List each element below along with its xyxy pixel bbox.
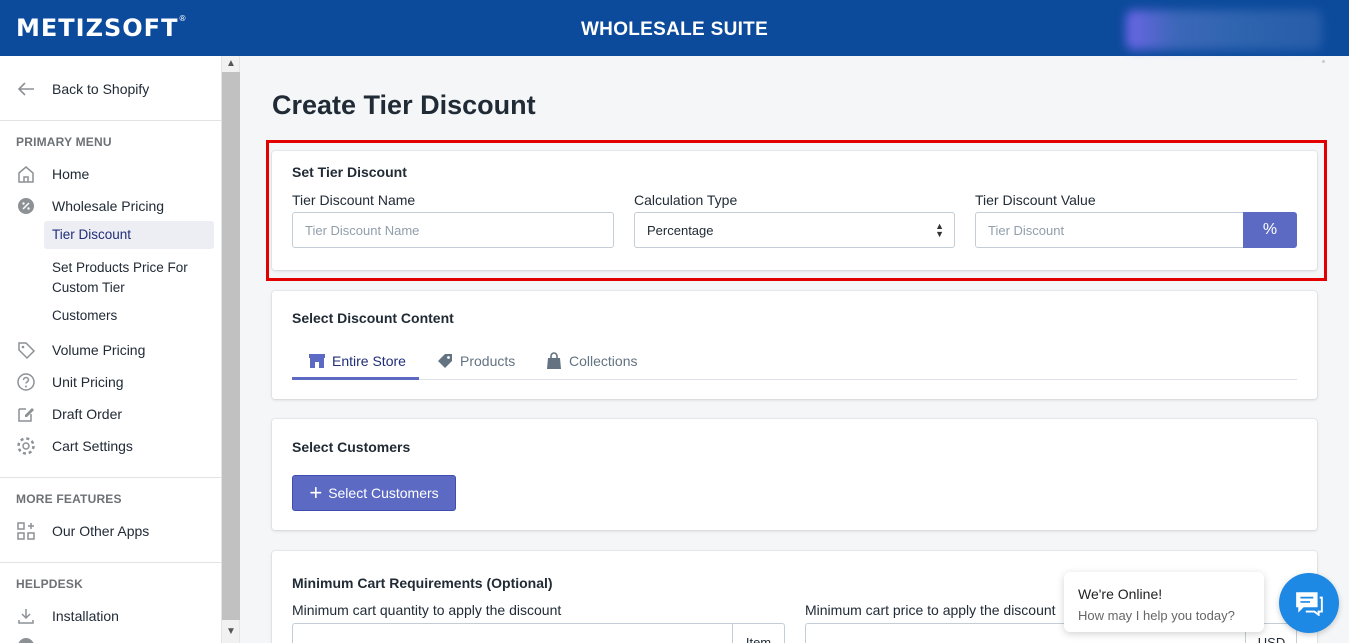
min-qty-input[interactable] xyxy=(292,623,785,643)
select-customers-card: Select Customers + Select Customers xyxy=(272,419,1317,530)
active-tab-underline xyxy=(292,377,419,380)
sidebar-scrollbar[interactable]: ▲ ▼ xyxy=(222,56,240,643)
card-title: Select Discount Content xyxy=(292,310,454,326)
sidebar-item-partial[interactable] xyxy=(16,634,52,643)
collections-icon xyxy=(547,352,561,369)
store-icon xyxy=(309,354,325,368)
tab-label: Products xyxy=(460,353,516,369)
circle-icon xyxy=(16,636,36,643)
card-title: Select Customers xyxy=(292,439,411,455)
sidebar: Back to Shopify PRIMARY MENU Home Wholes… xyxy=(0,56,222,643)
tag-icon xyxy=(438,354,452,368)
back-to-shopify-link[interactable]: Back to Shopify xyxy=(16,77,149,101)
button-label: Select Customers xyxy=(328,485,439,501)
chat-launcher-button[interactable] xyxy=(1279,573,1339,633)
discount-content-card: Select Discount Content Entire Store Pro… xyxy=(272,291,1317,399)
sidebar-item-volume-pricing[interactable]: Volume Pricing xyxy=(16,338,145,362)
select-customers-button[interactable]: + Select Customers xyxy=(292,475,456,511)
discount-badge-icon xyxy=(16,196,36,216)
more-features-title: MORE FEATURES xyxy=(16,492,122,506)
top-bar: METIZSOFT® WHOLESALE SUITE xyxy=(0,0,1349,56)
page-title: Create Tier Discount xyxy=(272,90,536,120)
tab-divider xyxy=(292,379,1297,380)
tag-icon xyxy=(16,340,36,360)
chat-bubble[interactable]: We're Online! How may I help you today? xyxy=(1064,572,1264,632)
sidebar-item-tier-discount[interactable]: Tier Discount xyxy=(44,221,214,249)
divider xyxy=(0,562,222,563)
tab-entire-store[interactable]: Entire Store xyxy=(308,343,406,379)
scrollbar-thumb[interactable] xyxy=(222,72,240,620)
gear-icon xyxy=(16,436,36,456)
scroll-up-icon[interactable]: ▲ xyxy=(226,58,236,69)
sidebar-item-label: Wholesale Pricing xyxy=(52,198,165,214)
back-label: Back to Shopify xyxy=(52,81,150,97)
divider xyxy=(0,120,222,121)
plus-icon: + xyxy=(309,480,323,505)
apps-grid-icon xyxy=(16,521,36,541)
divider xyxy=(0,477,222,478)
sidebar-item-unit-pricing[interactable]: Unit Pricing xyxy=(16,370,124,394)
chat-prompt: How may I help you today? xyxy=(1078,608,1235,623)
sidebar-item-installation[interactable]: Installation xyxy=(16,604,119,628)
sidebar-item-label: Home xyxy=(52,166,90,182)
tab-label: Entire Store xyxy=(332,353,406,369)
sidebar-item-customers[interactable]: Customers xyxy=(44,302,214,330)
dot xyxy=(1322,60,1325,63)
tab-label: Collections xyxy=(569,353,638,369)
sidebar-item-cart-settings[interactable]: Cart Settings xyxy=(16,434,133,458)
sidebar-item-label: Volume Pricing xyxy=(52,342,146,358)
scroll-down-icon[interactable]: ▼ xyxy=(226,626,236,637)
edit-icon xyxy=(16,404,36,424)
chat-icon xyxy=(1296,592,1323,616)
sidebar-item-label: Cart Settings xyxy=(52,438,133,454)
item-suffix: Item xyxy=(732,623,784,643)
sidebar-item-label: Our Other Apps xyxy=(52,523,150,539)
question-circle-icon xyxy=(16,372,36,392)
user-account-blurred[interactable] xyxy=(1126,10,1322,50)
sidebar-item-draft-order[interactable]: Draft Order xyxy=(16,402,122,426)
min-qty-label: Minimum cart quantity to apply the disco… xyxy=(292,602,562,618)
home-icon xyxy=(16,164,36,184)
min-price-label: Minimum cart price to apply the discount xyxy=(805,602,1056,618)
sidebar-item-label: Draft Order xyxy=(52,406,123,422)
tab-collections[interactable]: Collections xyxy=(545,343,637,379)
card-title: Minimum Cart Requirements (Optional) xyxy=(292,575,553,591)
helpdesk-title: HELPDESK xyxy=(16,577,83,591)
sidebar-item-set-products-price[interactable]: Set Products Price For Custom Tier xyxy=(44,254,214,302)
sidebar-item-home[interactable]: Home xyxy=(16,162,89,186)
sidebar-item-label: Installation xyxy=(52,608,119,624)
tab-products[interactable]: Products xyxy=(436,343,515,379)
highlight-box xyxy=(266,140,1327,281)
chat-status: We're Online! xyxy=(1078,586,1163,602)
sidebar-item-label: Unit Pricing xyxy=(52,374,124,390)
arrow-left-icon xyxy=(16,79,36,99)
sidebar-item-other-apps[interactable]: Our Other Apps xyxy=(16,519,149,543)
primary-menu-title: PRIMARY MENU xyxy=(16,135,112,149)
sidebar-item-wholesale-pricing[interactable]: Wholesale Pricing xyxy=(16,194,164,218)
download-icon xyxy=(16,606,36,626)
